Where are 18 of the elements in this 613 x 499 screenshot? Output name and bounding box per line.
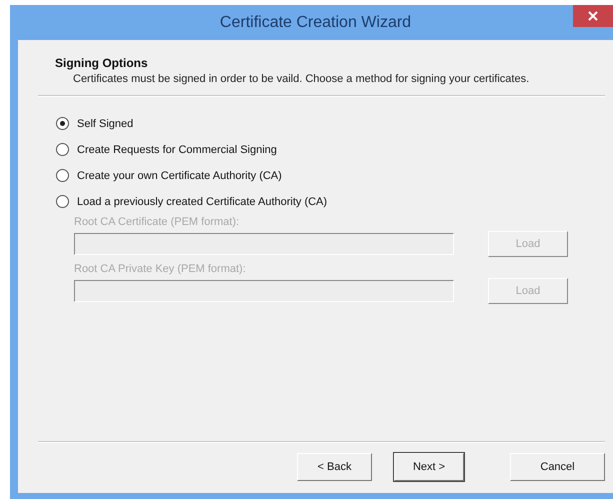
dialog-button[interactable]: < Back bbox=[297, 453, 372, 481]
option-label[interactable]: Self Signed bbox=[77, 118, 134, 130]
field-label: Root CA Private Key (PEM format): bbox=[74, 263, 247, 275]
field-label: Root CA Certificate (PEM format): bbox=[74, 216, 240, 228]
close-icon bbox=[588, 11, 598, 21]
option-label[interactable]: Create your own Certificate Authority (CA) bbox=[77, 170, 282, 182]
close-button[interactable] bbox=[573, 5, 613, 27]
dialog-button[interactable]: Cancel bbox=[510, 453, 605, 481]
page-description: Certificates must be signed in order to be vaild. Choose a method for signing your certificates. bbox=[72, 73, 530, 85]
radio-button[interactable] bbox=[56, 117, 69, 130]
option-label[interactable]: Create Requests for Commercial Signing bbox=[77, 144, 277, 156]
dialog-button[interactable]: Next > bbox=[394, 453, 464, 481]
radio-button[interactable] bbox=[56, 143, 69, 156]
page-title: Signing Options bbox=[55, 56, 149, 70]
radio-button[interactable] bbox=[56, 169, 69, 182]
window-title: Certificate Creation Wizard bbox=[220, 14, 412, 32]
radio-button[interactable] bbox=[56, 195, 69, 208]
option-label[interactable]: Load a previously created Certificate Authority (CA) bbox=[77, 196, 328, 208]
